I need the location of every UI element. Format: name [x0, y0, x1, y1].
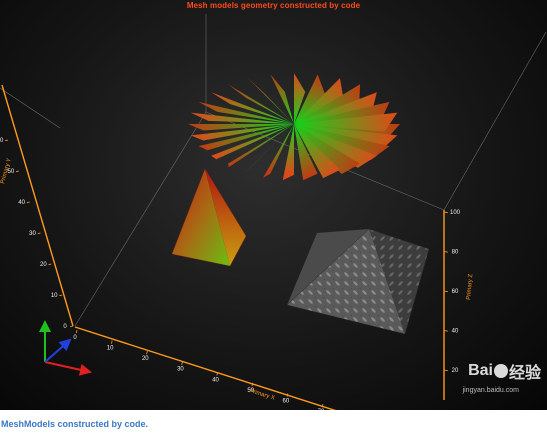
chart-viewport[interactable]: 0102030405060 Primary Y 010203040506070 … — [0, 0, 547, 410]
z-axis-tick-label: 40 — [452, 329, 459, 335]
watermark-brand-left: Bai — [468, 362, 493, 379]
watermark-url: jingyan.baidu.com — [462, 387, 519, 394]
y-axis-tick-label: 20 — [40, 262, 47, 268]
y-axis-tick-label: 30 — [29, 231, 36, 237]
x-axis-tick-label: 20 — [142, 356, 149, 362]
x-axis-tick-mark — [181, 361, 183, 365]
mesh-pyramid-gradient[interactable] — [171, 168, 247, 267]
y-axis-tick-mark — [70, 325, 74, 328]
figure-caption: MeshModels constructed by code. — [1, 419, 149, 429]
z-axis-tick-label: 100 — [450, 210, 461, 216]
z-axis-tick-label: 20 — [452, 368, 459, 374]
y-axis-tick-mark — [26, 201, 30, 204]
y-axis-tick-mark — [5, 139, 9, 142]
y-axis-tick-label: 10 — [51, 293, 58, 299]
chart-scene[interactable]: 0102030405060 Primary Y 010203040506070 … — [0, 0, 547, 410]
z-axis-tick-label: 80 — [452, 250, 459, 256]
x-axis-tick-label: 0 — [73, 335, 77, 341]
x-axis-tick-label: 70 — [318, 409, 325, 410]
watermark-brand-right: 经验 — [508, 365, 541, 382]
bounding-box — [0, 14, 547, 327]
mesh-pyramid-textured[interactable] — [286, 228, 430, 335]
x-axis-tick-mark — [75, 329, 78, 334]
axis-primary-y: 0102030405060 Primary Y — [0, 84, 74, 330]
x-axis-tick-label: 40 — [212, 377, 219, 383]
y-axis-tick-label: 60 — [0, 138, 4, 144]
y-axis-tick-mark — [48, 263, 52, 266]
x-axis-tick-mark — [146, 351, 148, 355]
axis-primary-x: 010203040506070 Primary X — [73, 326, 337, 410]
x-axis-tick-mark — [286, 393, 289, 397]
x-axis-tick-mark — [111, 340, 113, 344]
watermark-logo: Bai 经验 — [468, 359, 541, 383]
x-axis-tick-label: 10 — [107, 346, 114, 352]
y-axis-tick-label: 40 — [18, 200, 25, 206]
x-axis-tick-label: 30 — [177, 367, 184, 373]
flower-petal — [282, 124, 294, 181]
chart-title: Mesh models geometry constructed by code — [186, 1, 361, 10]
x-axis-tick-label: 60 — [283, 398, 290, 404]
z-axis-tick-label: 60 — [452, 289, 459, 295]
axis-title-primary-z: Primary Z — [466, 273, 474, 300]
mesh-star-flower[interactable] — [188, 73, 400, 181]
y-axis-tick-mark — [37, 232, 41, 235]
y-axis-tick-label: 0 — [63, 324, 67, 330]
y-axis-tick-mark — [59, 294, 63, 297]
flower-petal — [188, 124, 294, 131]
paw-icon — [493, 364, 508, 378]
y-axis-tick-mark — [15, 170, 19, 173]
